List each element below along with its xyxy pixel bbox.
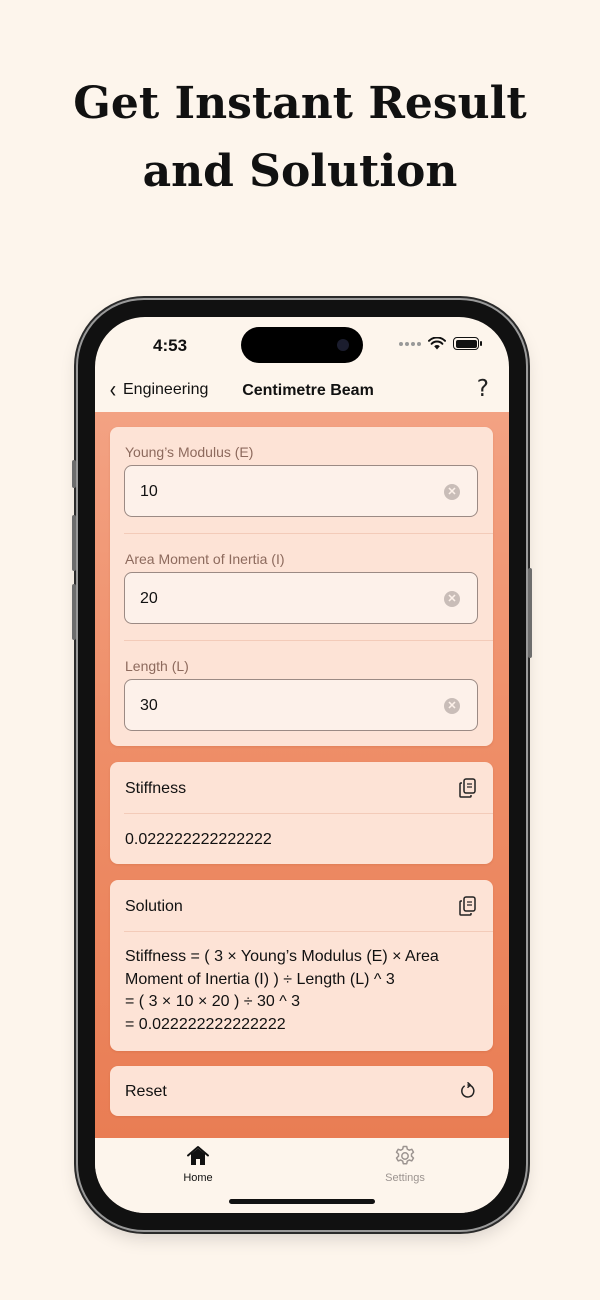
- reset-icon: [461, 1082, 475, 1098]
- power-button: [528, 568, 532, 658]
- divider: [124, 813, 493, 814]
- solution-line: Moment of Inertia (I) ) ÷ Length (L) ^ 3: [125, 970, 395, 988]
- headline-line-2: and Solution: [142, 146, 458, 197]
- status-icons: [399, 337, 482, 350]
- page-title-text: Centimetre Beam: [242, 382, 374, 399]
- copy-icon[interactable]: [459, 896, 477, 916]
- area-moment-input[interactable]: 20 ✕: [124, 572, 478, 624]
- copy-icon[interactable]: [459, 778, 477, 798]
- mute-switch: [72, 460, 76, 488]
- reset-label: Reset: [125, 1083, 167, 1100]
- length-value: 30: [140, 697, 158, 714]
- divider: [124, 640, 493, 641]
- divider: [124, 533, 493, 534]
- headline: Get Instant Result and Solution: [0, 70, 600, 206]
- tab-settings[interactable]: Settings: [365, 1144, 445, 1184]
- clear-icon[interactable]: ✕: [444, 484, 460, 500]
- battery-icon: [453, 337, 482, 350]
- tab-home[interactable]: Home: [158, 1144, 238, 1184]
- wifi-icon: [428, 337, 446, 350]
- length-input[interactable]: 30 ✕: [124, 679, 478, 731]
- solution-text: Stiffness = ( 3 × Young’s Modulus (E) × …: [125, 946, 475, 1036]
- camera-icon: [337, 339, 349, 351]
- gear-icon: [395, 1145, 415, 1165]
- signal-dots-icon: [399, 341, 421, 346]
- headline-line-1: Get Instant Result: [73, 78, 527, 129]
- stiffness-value: 0.022222222222222: [125, 831, 272, 848]
- dynamic-island: [241, 327, 363, 363]
- calculator-content: Young’s Modulus (E) 10 ✕ Area Moment of …: [95, 412, 509, 1138]
- stiffness-title: Stiffness: [125, 780, 187, 797]
- help-button[interactable]: ?: [477, 376, 489, 402]
- status-time: 4:53: [153, 336, 188, 355]
- tab-home-label: Home: [183, 1172, 213, 1184]
- area-moment-value: 20: [140, 590, 158, 607]
- tab-settings-label: Settings: [385, 1172, 425, 1184]
- home-indicator: [229, 1199, 375, 1204]
- phone-frame: 4:53 ‹ Engineering Centimetre Beam ? You…: [72, 300, 532, 1230]
- solution-card: Solution Stiffness = ( 3 × Young’s Modul…: [110, 880, 493, 1051]
- solution-line: Stiffness = ( 3 × Young’s Modulus (E) × …: [125, 948, 439, 965]
- solution-line: = ( 3 × 10 × 20 ) ÷ 30 ^ 3: [125, 993, 301, 1010]
- page-title: Centimetre Beam: [95, 382, 509, 400]
- volume-up-button: [72, 515, 76, 571]
- youngs-modulus-input[interactable]: 10 ✕: [124, 465, 478, 517]
- stiffness-card: Stiffness 0.022222222222222: [110, 762, 493, 864]
- reset-button[interactable]: Reset: [110, 1066, 493, 1116]
- home-icon: [187, 1146, 209, 1165]
- clear-icon[interactable]: ✕: [444, 698, 460, 714]
- navigation-bar: ‹ Engineering Centimetre Beam ?: [95, 372, 509, 412]
- divider: [124, 931, 493, 932]
- length-label: Length (L): [125, 658, 189, 674]
- solution-title: Solution: [125, 898, 183, 915]
- youngs-modulus-label: Young’s Modulus (E): [125, 444, 254, 460]
- youngs-modulus-value: 10: [140, 483, 158, 500]
- clear-icon[interactable]: ✕: [444, 591, 460, 607]
- phone-screen: 4:53 ‹ Engineering Centimetre Beam ? You…: [95, 317, 509, 1213]
- volume-down-button: [72, 584, 76, 640]
- area-moment-label: Area Moment of Inertia (I): [125, 551, 285, 567]
- solution-line: = 0.022222222222222: [125, 1015, 286, 1033]
- inputs-card: Young’s Modulus (E) 10 ✕ Area Moment of …: [110, 427, 493, 746]
